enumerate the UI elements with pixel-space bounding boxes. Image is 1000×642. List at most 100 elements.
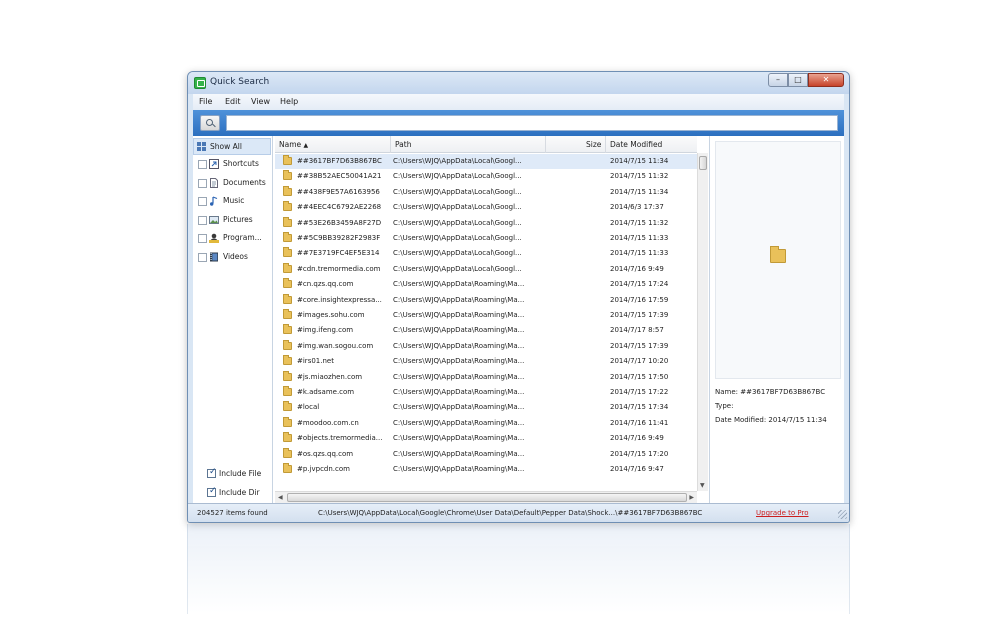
- cell-date: 2014/7/16 9:49: [610, 434, 664, 443]
- scroll-down-icon[interactable]: ▼: [700, 482, 705, 489]
- cell-date: 2014/7/16 9:47: [610, 465, 664, 473]
- cell-date: 2014/7/15 17:22: [610, 388, 669, 396]
- include-dir-checkbox[interactable]: [207, 486, 217, 497]
- folder-icon: [283, 416, 292, 427]
- cell-path: C:\Users\WJQ\AppData\Roaming\Ma...: [393, 403, 525, 412]
- sidebar-item-pictures[interactable]: Pictures: [193, 212, 271, 229]
- column-date-header[interactable]: Date Modified: [610, 140, 662, 149]
- sidebar-item-music[interactable]: Music: [193, 193, 271, 210]
- document-icon: [209, 177, 219, 188]
- cell-name: ##438F9E57A6163956: [297, 187, 380, 196]
- sidebar-item-label: Pictures: [223, 214, 253, 224]
- music-icon: [209, 196, 219, 206]
- documents-checkbox[interactable]: [198, 178, 207, 188]
- shortcuts-checkbox[interactable]: [198, 160, 207, 169]
- cell-name: #js.miaozhen.com: [297, 372, 363, 381]
- table-row[interactable]: #js.miaozhen.com C:\Users\WJQ\AppData\Roa…: [275, 370, 697, 385]
- table-row[interactable]: #core.insightexpressa... C:\Users\WJQ\App…: [275, 293, 697, 308]
- include-file-checkbox[interactable]: [207, 467, 217, 478]
- cell-name: #irs01.net: [297, 357, 334, 366]
- cell-date: 2014/7/15 17:20: [610, 449, 669, 458]
- cell-path: C:\Users\WJQ\AppData\Roaming\Ma...: [393, 372, 525, 381]
- table-row[interactable]: #moodoo.com.cn C:\Users\WJQ\AppData\Roami…: [275, 416, 697, 431]
- cell-path: C:\Users\WJQ\AppData\Local\Googl...: [393, 157, 522, 165]
- vertical-scroll-thumb[interactable]: [699, 156, 707, 170]
- folder-icon: [283, 201, 292, 212]
- folder-icon: [283, 216, 292, 227]
- result-count: 204527 items found: [197, 509, 268, 517]
- table-row[interactable]: #images.sohu.com C:\Users\WJQ\AppData\Roa…: [275, 308, 697, 323]
- menu-view[interactable]: View: [251, 97, 270, 106]
- table-row[interactable]: #p.jvpcdn.com C:\Users\WJQ\AppData\Roamin…: [275, 462, 697, 477]
- videos-checkbox[interactable]: [198, 252, 207, 262]
- table-row[interactable]: ##53E26B3459A8F27D C:\Users\WJQ\AppData\L…: [275, 216, 697, 231]
- menu-file[interactable]: File: [199, 97, 212, 106]
- folder-icon: [283, 247, 292, 258]
- resize-grip-icon[interactable]: [838, 510, 847, 519]
- programs-checkbox[interactable]: [198, 234, 207, 243]
- cell-path: C:\Users\WJQ\AppData\Local\Googl...: [393, 218, 522, 227]
- folder-icon: [770, 246, 786, 263]
- file-list: Name ▲ Path Size Date Modified ##3617BF7…: [275, 136, 708, 503]
- grid-icon: [197, 142, 207, 152]
- table-row[interactable]: ##7E3719FC4EF5E314 C:\Users\WJQ\AppData\L…: [275, 246, 697, 261]
- cell-path: C:\Users\WJQ\AppData\Roaming\Ma...: [393, 311, 525, 319]
- table-row[interactable]: ##3617BF7D63B867BC C:\Users\WJQ\AppData\L…: [275, 154, 697, 170]
- table-row[interactable]: #irs01.net C:\Users\WJQ\AppData\Roaming\M…: [275, 354, 697, 369]
- search-input[interactable]: [226, 115, 838, 131]
- table-row[interactable]: #img.wan.sogou.com C:\Users\WJQ\AppData\R…: [275, 339, 697, 354]
- table-row[interactable]: #os.qzs.qq.com C:\Users\WJQ\AppData\Roami…: [275, 447, 697, 462]
- program-icon: [209, 233, 219, 243]
- horizontal-scroll-thumb[interactable]: [287, 493, 687, 502]
- horizontal-scrollbar[interactable]: ◀ ▶: [275, 491, 697, 503]
- upgrade-link[interactable]: Upgrade to Pro: [756, 509, 809, 517]
- cell-path: C:\Users\WJQ\AppData\Roaming\Ma...: [393, 280, 525, 289]
- close-button[interactable]: ✕: [808, 73, 844, 87]
- column-name-header[interactable]: Name ▲: [279, 140, 308, 149]
- sidebar-item-shortcuts[interactable]: Shortcuts: [193, 156, 271, 173]
- maximize-button[interactable]: □: [788, 73, 808, 87]
- table-row[interactable]: #objects.tremormedia... C:\Users\WJQ\AppD…: [275, 431, 697, 446]
- table-row[interactable]: #img.ifeng.com C:\Users\WJQ\AppData\Roami…: [275, 323, 697, 338]
- table-row[interactable]: #cdn.tremormedia.com C:\Users\WJQ\AppData…: [275, 262, 697, 277]
- sidebar-item-show-all[interactable]: Show All: [193, 138, 271, 155]
- pictures-checkbox[interactable]: [198, 215, 207, 225]
- minimize-button[interactable]: –: [768, 73, 788, 87]
- title-bar[interactable]: Quick Search – □ ✕: [188, 72, 849, 94]
- scroll-left-icon[interactable]: ◀: [278, 494, 283, 501]
- cell-path: C:\Users\WJQ\AppData\Roaming\Ma...: [393, 465, 525, 473]
- cell-name: #img.wan.sogou.com: [297, 341, 374, 350]
- table-row[interactable]: #cn.qzs.qq.com C:\Users\WJQ\AppData\Roami…: [275, 277, 697, 292]
- menu-edit[interactable]: Edit: [225, 97, 241, 106]
- cell-path: C:\Users\WJQ\AppData\Roaming\Ma...: [393, 434, 525, 443]
- menu-help[interactable]: Help: [280, 97, 298, 106]
- column-path-header[interactable]: Path: [395, 140, 411, 149]
- cell-date: 2014/6/3 17:37: [610, 203, 664, 212]
- cell-date: 2014/7/17 8:57: [610, 326, 664, 335]
- sidebar-item-videos[interactable]: Videos: [193, 249, 271, 266]
- sidebar-item-label: Shortcuts: [223, 159, 259, 168]
- column-size-header[interactable]: Size: [586, 140, 601, 149]
- cell-name: ##5C9BB39282F2983F: [297, 234, 381, 242]
- table-row[interactable]: #k.adsame.com C:\Users\WJQ\AppData\Roamin…: [275, 385, 697, 400]
- sidebar-item-programs[interactable]: Program...: [193, 230, 271, 247]
- cell-date: 2014/7/15 17:34: [610, 403, 669, 412]
- table-row[interactable]: ##5C9BB39282F2983F C:\Users\WJQ\AppData\L…: [275, 231, 697, 246]
- table-row[interactable]: #local C:\Users\WJQ\AppData\Roaming\Ma...…: [275, 400, 697, 415]
- table-row[interactable]: ##4EEC4C6792AE2268 C:\Users\WJQ\AppData\L…: [275, 200, 697, 215]
- vertical-scrollbar[interactable]: ▼: [697, 153, 708, 491]
- folder-icon: [283, 324, 292, 335]
- sidebar-item-label: Documents: [223, 177, 266, 187]
- music-checkbox[interactable]: [198, 197, 207, 206]
- folder-icon: [283, 447, 292, 458]
- table-row[interactable]: ##438F9E57A6163956 C:\Users\WJQ\AppData\L…: [275, 185, 697, 200]
- folder-icon: [283, 370, 292, 381]
- cell-path: C:\Users\WJQ\AppData\Roaming\Ma...: [393, 418, 525, 427]
- cell-date: 2014/7/15 17:39: [610, 311, 669, 319]
- search-button[interactable]: [200, 115, 220, 131]
- table-row[interactable]: ##38B52AEC50041A21 C:\Users\WJQ\AppData\L…: [275, 169, 697, 184]
- cell-path: C:\Users\WJQ\AppData\Local\Googl...: [393, 203, 522, 212]
- scroll-right-icon[interactable]: ▶: [689, 494, 694, 501]
- cell-name: #p.jvpcdn.com: [297, 465, 350, 473]
- sidebar-item-documents[interactable]: Documents: [193, 175, 271, 192]
